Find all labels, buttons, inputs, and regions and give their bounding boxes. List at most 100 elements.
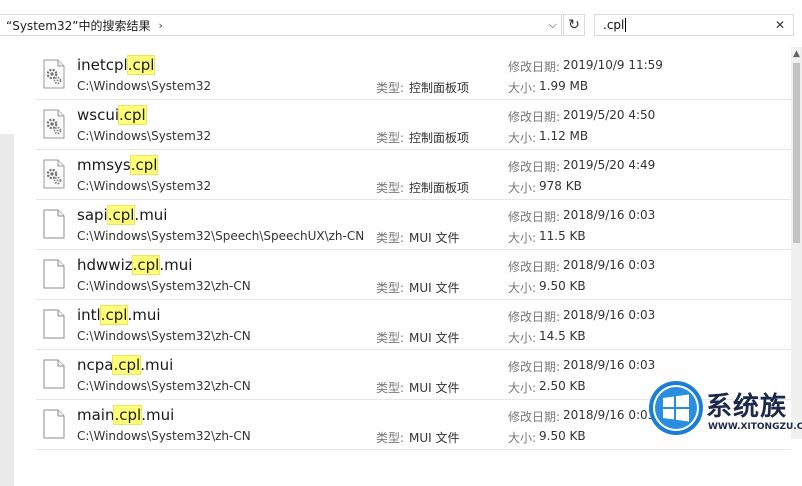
file-name-part: mmsys bbox=[77, 156, 131, 174]
search-box[interactable]: .cpl ✕ bbox=[594, 14, 794, 36]
modified-date: 2019/5/20 4:49 bbox=[563, 158, 656, 172]
file-size: 14.5 KB bbox=[539, 329, 586, 343]
modified-date: 2019/10/9 11:59 bbox=[563, 58, 663, 72]
file-size: 1.99 MB bbox=[539, 79, 589, 93]
file-name-part: hdwwiz bbox=[77, 256, 133, 274]
modified-label: 修改日期: bbox=[508, 360, 561, 374]
file-name[interactable]: main.cpl.mui bbox=[77, 405, 174, 425]
file-name[interactable]: mmsys.cpl bbox=[77, 155, 159, 175]
navigation-pane-scrollbar[interactable] bbox=[0, 134, 14, 486]
modified-label: 修改日期: bbox=[508, 60, 561, 74]
search-match-highlight: .cpl bbox=[113, 405, 143, 425]
file-name-suffix: .mui bbox=[127, 306, 161, 324]
result-row[interactable]: mmsys.cpl C:\Windows\System32 类型: 控制面板项 修改日期… bbox=[36, 150, 791, 200]
file-size: 9.50 KB bbox=[539, 429, 586, 443]
size-label: 大小: bbox=[508, 231, 537, 245]
address-dropdown-icon[interactable]: ⌵ bbox=[549, 18, 557, 32]
type-label: 类型: bbox=[376, 81, 405, 95]
file-type: 控制面板项 bbox=[409, 181, 470, 195]
file-location: C:\Windows\System32 bbox=[77, 129, 212, 143]
result-row[interactable]: hdwwiz.cpl.mui C:\Windows\System32\zh-CN 类… bbox=[36, 250, 791, 300]
modified-date: 2018/9/16 0:03 bbox=[563, 358, 656, 372]
modified-date: 2018/9/16 0:03 bbox=[563, 258, 656, 272]
file-size: 9.50 KB bbox=[539, 279, 586, 293]
file-location: C:\Windows\System32\zh-CN bbox=[77, 379, 251, 393]
file-location: C:\Windows\System32 bbox=[77, 179, 212, 193]
modified-date: 2019/5/20 4:50 bbox=[563, 108, 656, 122]
modified-date: 2018/9/16 0:03 bbox=[563, 208, 656, 222]
clear-search-icon[interactable]: ✕ bbox=[775, 18, 785, 32]
search-match-highlight: .cpl bbox=[131, 255, 161, 275]
modified-label: 修改日期: bbox=[508, 310, 561, 324]
result-row[interactable]: intl.cpl.mui C:\Windows\System32\zh-CN 类型:… bbox=[36, 300, 791, 350]
breadcrumb-arrow-icon[interactable]: › bbox=[158, 19, 162, 32]
type-label: 类型: bbox=[376, 331, 405, 345]
type-label: 类型: bbox=[376, 181, 405, 195]
modified-label: 修改日期: bbox=[508, 410, 561, 424]
windows-logo-icon bbox=[649, 381, 703, 435]
file-name-part: intl bbox=[77, 306, 101, 324]
result-row[interactable]: wscui.cpl C:\Windows\System32 类型: 控制面板项 修改日期… bbox=[36, 100, 791, 150]
size-label: 大小: bbox=[508, 81, 537, 95]
file-type: 控制面板项 bbox=[409, 131, 470, 145]
file-location: C:\Windows\System32\zh-CN bbox=[77, 329, 251, 343]
file-location: C:\Windows\System32\zh-CN bbox=[77, 429, 251, 443]
cpl-gear-icon bbox=[42, 59, 66, 89]
file-name-part: inetcpl bbox=[77, 56, 128, 74]
file-name-part: wscui bbox=[77, 106, 120, 124]
file-type: MUI 文件 bbox=[409, 381, 460, 395]
type-label: 类型: bbox=[376, 381, 405, 395]
file-icon bbox=[42, 259, 66, 289]
size-label: 大小: bbox=[508, 181, 537, 195]
address-bar[interactable]: “System32”中的搜索结果 › ⌵ bbox=[0, 14, 562, 36]
cpl-gear-icon bbox=[42, 159, 66, 189]
file-name-suffix: .mui bbox=[134, 206, 168, 224]
file-size: 978 KB bbox=[539, 179, 582, 193]
file-name-suffix: .mui bbox=[140, 356, 174, 374]
size-label: 大小: bbox=[508, 431, 537, 445]
result-row[interactable]: inetcpl.cpl C:\Windows\System32 类型: 控制面板项 修改… bbox=[36, 50, 791, 100]
modified-label: 修改日期: bbox=[508, 160, 561, 174]
size-label: 大小: bbox=[508, 381, 537, 395]
search-match-highlight: .cpl bbox=[118, 105, 147, 125]
search-input[interactable]: .cpl bbox=[595, 18, 624, 32]
file-name[interactable]: intl.cpl.mui bbox=[77, 305, 161, 325]
file-name-part: ncpa bbox=[77, 356, 114, 374]
file-name-suffix: .mui bbox=[159, 256, 193, 274]
file-type: MUI 文件 bbox=[409, 281, 460, 295]
file-icon bbox=[42, 309, 66, 339]
file-icon bbox=[42, 209, 66, 239]
scrollbar-thumb[interactable] bbox=[793, 63, 800, 243]
navigation-pane[interactable] bbox=[0, 47, 14, 486]
file-name[interactable]: hdwwiz.cpl.mui bbox=[77, 255, 193, 275]
file-name[interactable]: sapi.cpl.mui bbox=[77, 205, 168, 225]
file-size: 2.50 KB bbox=[539, 379, 586, 393]
modified-label: 修改日期: bbox=[508, 210, 561, 224]
size-label: 大小: bbox=[508, 131, 537, 145]
search-match-highlight: .cpl bbox=[99, 305, 129, 325]
search-match-highlight: .cpl bbox=[126, 55, 156, 75]
toolbar: “System32”中的搜索结果 › ⌵ ↻ .cpl ✕ bbox=[0, 0, 802, 47]
address-path[interactable]: “System32”中的搜索结果 bbox=[0, 17, 150, 34]
file-icon bbox=[42, 409, 66, 439]
watermark: 系统族 WWW.XITONGZU.COM bbox=[648, 380, 802, 439]
file-type: MUI 文件 bbox=[409, 431, 460, 445]
cpl-gear-icon bbox=[42, 109, 66, 139]
file-type: 控制面板项 bbox=[409, 81, 470, 95]
file-name[interactable]: wscui.cpl bbox=[77, 105, 147, 125]
search-match-highlight: .cpl bbox=[106, 205, 136, 225]
file-size: 1.12 MB bbox=[539, 129, 589, 143]
modified-date: 2018/9/16 0:03 bbox=[563, 408, 656, 422]
file-type: MUI 文件 bbox=[409, 231, 460, 245]
modified-label: 修改日期: bbox=[508, 260, 561, 274]
size-label: 大小: bbox=[508, 281, 537, 295]
refresh-button[interactable]: ↻ bbox=[563, 14, 585, 36]
type-label: 类型: bbox=[376, 131, 405, 145]
file-location: C:\Windows\System32\zh-CN bbox=[77, 279, 251, 293]
file-name[interactable]: ncpa.cpl.mui bbox=[77, 355, 174, 375]
scroll-up-icon[interactable]: ▲ bbox=[793, 49, 800, 59]
file-icon bbox=[42, 359, 66, 389]
file-name[interactable]: inetcpl.cpl bbox=[77, 55, 156, 75]
file-location: C:\Windows\System32 bbox=[77, 79, 212, 93]
result-row[interactable]: sapi.cpl.mui C:\Windows\System32\Speech\S… bbox=[36, 200, 791, 250]
